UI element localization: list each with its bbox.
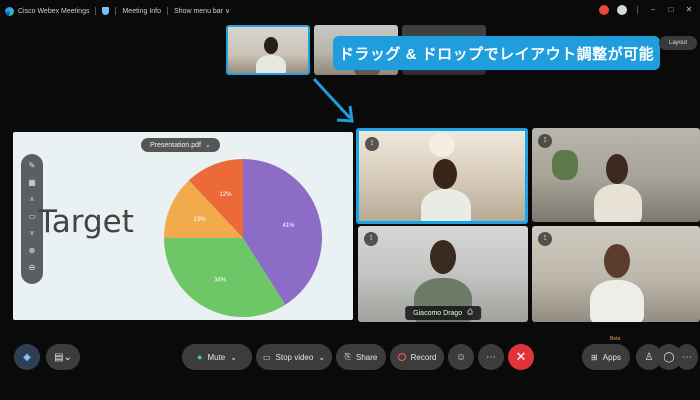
chevron-down-icon: ⌄ (230, 352, 237, 362)
share-label: Share (356, 352, 378, 362)
chevron-down-icon: ⌄ (63, 351, 72, 363)
pie-chart: 41% 34% 13% 12% (164, 159, 322, 317)
pie-slice-label: 41% (283, 223, 296, 229)
pin-icon[interactable]: ⟟ (538, 232, 552, 246)
more-options-button[interactable]: ⋯ (478, 344, 504, 370)
shared-presentation[interactable]: Presentation.pdf ⌄ ✎ ▦ ˄ ▭ ˅ ⊕ ⊖ Target … (13, 132, 353, 320)
layout-button[interactable]: Layout (659, 36, 697, 50)
presentation-file-selector[interactable]: Presentation.pdf ⌄ (141, 138, 220, 152)
pie-slice-label: 13% (193, 217, 206, 223)
close-icon: ✕ (515, 349, 527, 364)
chevron-up-icon[interactable]: ˄ (26, 194, 38, 206)
chevron-down-icon: ⌄ (204, 142, 211, 149)
pen-icon[interactable]: ✎ (26, 160, 38, 172)
more-icon: ⋯ (486, 351, 496, 363)
webex-assistant-icon[interactable]: ◆ (14, 344, 40, 370)
video-tile[interactable]: ⟟ Giacomo Drago ⎙ (358, 226, 528, 322)
participant-name: Giacomo Drago (413, 309, 463, 317)
pin-icon[interactable]: ⟟ (364, 232, 378, 246)
video-tile[interactable]: ⟟ (532, 128, 700, 222)
lamp-decoration (429, 133, 455, 157)
apps-label: Apps (602, 352, 621, 362)
share-icon: ⎘ (344, 352, 352, 361)
apps-button[interactable]: ⊞ Apps (582, 344, 630, 370)
stop-video-button[interactable]: ▭ Stop video ⌄ (256, 344, 332, 370)
participant-head (430, 240, 456, 274)
plant-decoration (552, 150, 578, 180)
participant-body (590, 280, 644, 322)
pie-slice-label: 34% (214, 278, 227, 284)
presentation-file-name: Presentation.pdf (150, 141, 201, 149)
mute-button[interactable]: ● Mute ⌄ (182, 344, 252, 370)
record-icon (397, 353, 406, 361)
participant-body (421, 189, 471, 221)
participant-head (433, 159, 457, 189)
apps-icon: ⊞ (591, 352, 598, 362)
microphone-icon: ● (197, 352, 203, 362)
grid-icon[interactable]: ▦ (26, 177, 38, 189)
slide-title: Target (38, 204, 134, 240)
zoom-out-icon[interactable]: ⊖ (26, 262, 38, 274)
share-button[interactable]: ⎘ Share (336, 344, 386, 370)
chat-icon: ◯ (663, 351, 675, 363)
chevron-down-icon: ⌄ (318, 352, 326, 362)
video-tile-active[interactable]: ⟟ (356, 128, 528, 224)
meeting-controls: ◆ ▤ ⌄ ● Mute ⌄ ▭ Stop video ⌄ ⎘ Share Re… (0, 342, 700, 372)
video-tile[interactable]: ⟟ (532, 226, 700, 322)
participant-body (594, 184, 642, 222)
share-screen-icon: ⎙ (467, 309, 473, 316)
more-icon: ⋯ (682, 351, 692, 363)
page-icon: ▭ (28, 212, 36, 221)
participant-head (606, 154, 628, 184)
pie-slice-label: 12% (220, 192, 233, 198)
participants-icon: ♙ (644, 351, 654, 363)
camera-icon: ▭ (262, 352, 271, 362)
participant-name-tag: Giacomo Drago ⎙ (405, 306, 481, 320)
end-call-button[interactable]: ✕ (508, 344, 534, 370)
pin-icon[interactable]: ⟟ (538, 134, 552, 148)
mute-label: Mute (207, 352, 226, 362)
more-panels-button[interactable]: ⋯ (676, 344, 698, 370)
chevron-down-icon[interactable]: ˅ (26, 228, 38, 240)
pin-icon[interactable]: ⟟ (365, 137, 379, 151)
layout-label: Layout (668, 40, 687, 46)
drag-drop-callout: ドラッグ & ドロップでレイアウト調整が可能 (333, 36, 660, 70)
reactions-icon: ☺ (455, 351, 467, 363)
stop-video-label: Stop video (275, 352, 314, 362)
record-button[interactable]: Record (390, 344, 444, 370)
participant-head (604, 244, 630, 278)
reactions-button[interactable]: ☺ (448, 344, 474, 370)
captions-icon: ▤ (54, 351, 64, 363)
record-label: Record (410, 352, 437, 362)
beta-badge: Beta (610, 336, 621, 342)
zoom-in-icon[interactable]: ⊕ (26, 245, 38, 257)
captions-button[interactable]: ▤ ⌄ (46, 344, 80, 370)
